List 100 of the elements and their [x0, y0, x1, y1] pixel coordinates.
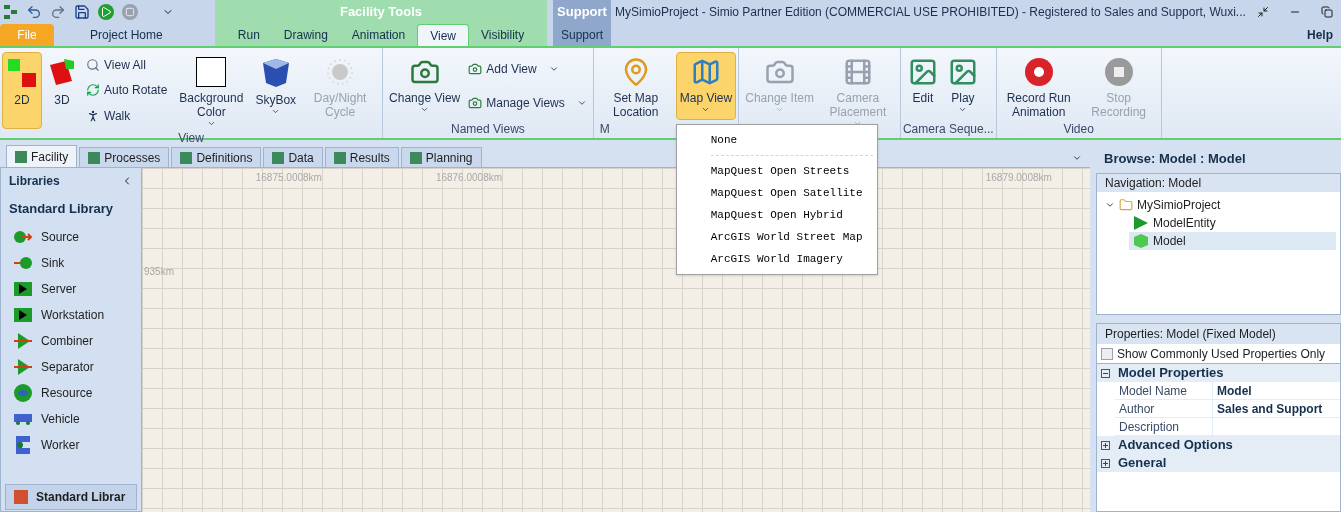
tab-icon: [409, 151, 422, 164]
camera-icon: [468, 62, 483, 76]
tab-icon: [272, 151, 285, 164]
document-tab[interactable]: Processes: [79, 147, 170, 167]
tab-icon: [88, 151, 101, 164]
rotate-icon: [86, 83, 100, 98]
grid-label: 16879.0008km: [985, 171, 1052, 185]
category-row[interactable]: General: [1097, 454, 1340, 472]
checkbox[interactable]: [1101, 347, 1113, 360]
context-group-label: Facility Tools: [338, 3, 424, 22]
caret-icon: [576, 98, 587, 108]
grid-label: 935km: [144, 265, 174, 280]
vehicle-icon: [13, 412, 33, 426]
ribbon-tab[interactable]: Visibility: [469, 24, 537, 46]
panel-title: Browse: Model : Model: [1103, 150, 1247, 169]
ribbon-button[interactable]: Map View: [675, 52, 737, 120]
ribbon-small-button[interactable]: Walk: [86, 107, 168, 126]
section-title: Standard Library: [8, 200, 115, 219]
panel-title: Libraries: [9, 173, 60, 190]
ribbon-button[interactable]: Change View: [385, 52, 465, 120]
context-group-label: Support: [556, 3, 608, 22]
window-title: MySimioProject - Simio Partner Edition (COMMERCIAL USE PROHIBITED) - Registered to Sales and Support, Wuxi...: [615, 4, 1247, 21]
menu-item[interactable]: MapQuest Open Satellite: [676, 182, 877, 204]
ribbon-tab[interactable]: Support: [549, 24, 615, 46]
ribbon-button[interactable]: SkyBox: [251, 52, 301, 129]
tab-icon: [180, 151, 193, 164]
expand-toggle-icon[interactable]: [1101, 458, 1110, 468]
menu-item[interactable]: MapQuest Open Streets: [676, 160, 877, 182]
save-icon[interactable]: [74, 4, 90, 20]
category-row[interactable]: Advanced Options: [1097, 436, 1340, 454]
ribbon-tab[interactable]: Project Home: [78, 24, 175, 46]
library-item[interactable]: Combiner: [1, 328, 141, 354]
ribbon-tab[interactable]: Drawing: [271, 24, 340, 46]
caret-icon: [958, 105, 968, 114]
ribbon-small-button[interactable]: Auto Rotate: [86, 81, 168, 100]
property-value[interactable]: Sales and Support: [1213, 400, 1327, 417]
tab-icon: [333, 151, 346, 164]
ribbon-button[interactable]: Play: [942, 52, 983, 120]
dropdown-icon[interactable]: [1072, 153, 1082, 163]
ribbon-button[interactable]: 2D: [2, 52, 42, 129]
group-label: Camera Seque...: [902, 121, 994, 136]
library-item[interactable]: Separator: [1, 354, 141, 380]
property-value[interactable]: Model: [1213, 382, 1256, 399]
checkbox-label: Show Commonly Used Properties Only: [1117, 345, 1326, 363]
library-item[interactable]: Server: [1, 276, 141, 302]
ribbon-button[interactable]: Background Color: [171, 52, 252, 129]
library-item[interactable]: Worker: [1, 432, 141, 458]
tree-item[interactable]: ModelEntity: [1129, 214, 1336, 232]
expand-toggle-icon[interactable]: [1101, 440, 1110, 450]
search-icon: [86, 57, 100, 72]
color-swatch-icon: [196, 57, 227, 87]
library-item[interactable]: Resource: [1, 380, 141, 406]
walking-person-icon: [86, 109, 100, 124]
stop-icon: [1103, 57, 1134, 87]
ribbon-small-button[interactable]: Manage Views: [468, 94, 587, 112]
menu-item[interactable]: MapQuest Open Hybrid: [676, 204, 877, 226]
library-item[interactable]: Source: [1, 224, 141, 250]
ribbon-button[interactable]: Set Map Location: [595, 52, 676, 120]
property-name: Description: [1115, 418, 1213, 435]
document-tab[interactable]: Facility: [6, 145, 78, 167]
document-tab[interactable]: Results: [324, 147, 399, 167]
ribbon-tab[interactable]: Run: [225, 24, 272, 46]
library-item[interactable]: Sink: [1, 250, 141, 276]
library-tab[interactable]: Standard Librar: [5, 484, 137, 510]
document-tab[interactable]: Planning: [400, 147, 482, 167]
ribbon-button[interactable]: 3D: [42, 52, 82, 129]
redo-icon[interactable]: [50, 4, 66, 20]
property-name: Author: [1115, 400, 1213, 417]
group-label: M: [598, 121, 611, 136]
maximize-icon[interactable]: [1321, 6, 1333, 18]
property-name: Model Name: [1115, 382, 1213, 399]
tree-item[interactable]: Model: [1129, 232, 1336, 250]
help-link[interactable]: Help: [1307, 26, 1333, 44]
pane-header: Navigation: Model: [1097, 174, 1340, 192]
library-item[interactable]: Workstation: [1, 302, 141, 328]
camera-icon: [468, 96, 483, 110]
tree-item[interactable]: MySimioProject: [1101, 196, 1336, 214]
document-tab[interactable]: Data: [263, 147, 323, 167]
ribbon-tab[interactable]: View: [417, 24, 470, 46]
ribbon-small-button[interactable]: View All: [86, 55, 168, 74]
caret-icon: [420, 105, 430, 114]
ribbon-button[interactable]: Edit: [902, 52, 943, 120]
ribbon-tab[interactable]: Animation: [339, 24, 418, 46]
ribbon-small-button[interactable]: Add View: [468, 60, 587, 78]
document-tab[interactable]: Definitions: [171, 147, 262, 167]
caret-icon: [271, 107, 281, 116]
undo-icon[interactable]: [26, 4, 42, 20]
category-row[interactable]: Model Properties: [1097, 364, 1340, 382]
tab-icon: [15, 150, 27, 163]
menu-item[interactable]: ArcGIS World Street Map: [676, 226, 877, 248]
library-item[interactable]: Vehicle: [1, 406, 141, 432]
run-icon[interactable]: [98, 4, 114, 20]
expand-toggle-icon[interactable]: [1101, 368, 1110, 378]
restore-icon[interactable]: [1257, 6, 1269, 18]
grid-label: 16876.0008km: [435, 171, 503, 185]
cube-icon: [1133, 233, 1149, 249]
menu-item[interactable]: None: [676, 129, 877, 151]
ribbon-button[interactable]: Record Run Animation: [998, 52, 1079, 120]
menu-item[interactable]: ArcGIS World Imagery: [676, 248, 877, 270]
folder-icon: [1119, 198, 1133, 212]
